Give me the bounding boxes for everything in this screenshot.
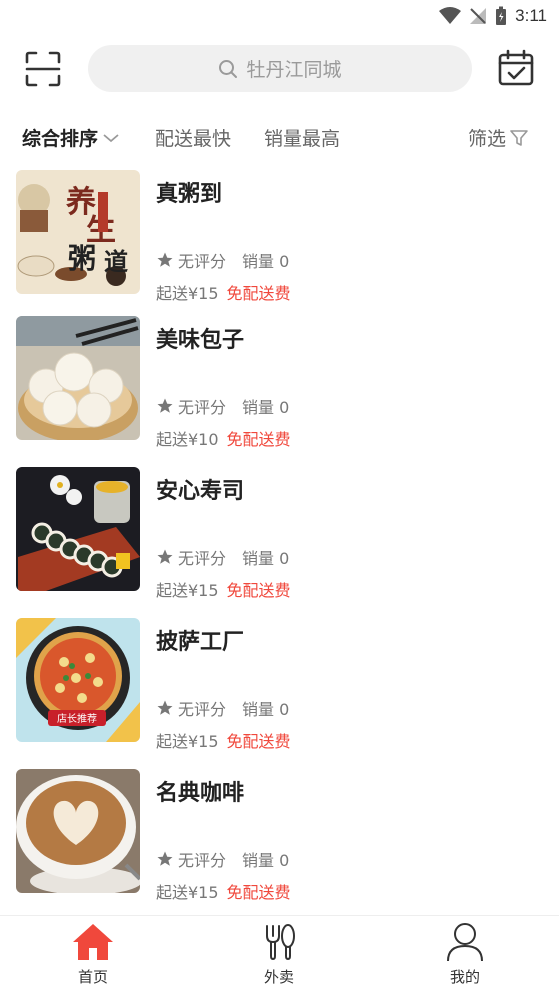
rating-text: 无评分	[178, 252, 227, 271]
sort-top-sales[interactable]: 销量最高	[264, 124, 340, 151]
shop-price: 起送¥10 免配送费	[156, 426, 291, 450]
sort-fastest-label: 配送最快	[155, 128, 232, 150]
sort-comprehensive[interactable]: 综合排序	[22, 124, 120, 151]
filter-label: 筛选	[468, 128, 507, 150]
min-order-text: 起送¥15	[156, 732, 219, 751]
shop-name: 安心寿司	[156, 479, 245, 504]
user-icon	[447, 923, 483, 962]
shop-item-sushi[interactable]: 安心寿司 无评分 销量 0 起送¥15 免配送费	[0, 467, 559, 607]
shop-price: 起送¥15 免配送费	[156, 577, 291, 601]
shop-item-buns[interactable]: 美味包子 无评分 销量 0 起送¥10 免配送费	[0, 316, 559, 456]
bottom-tab-bar: 首页 外卖 我的	[0, 915, 559, 993]
tab-profile-label: 我的	[449, 968, 480, 986]
rating-text: 无评分	[178, 700, 227, 719]
min-order-text: 起送¥15	[156, 581, 219, 600]
sort-comprehensive-label: 综合排序	[22, 128, 99, 150]
sort-bar: 综合排序 配送最快 销量最高 筛选	[0, 118, 559, 158]
svg-text:道: 道	[104, 247, 128, 276]
scan-icon	[25, 51, 61, 87]
wifi-icon	[439, 7, 462, 24]
free-delivery-text: 免配送费	[226, 284, 291, 303]
sort-fastest-delivery[interactable]: 配送最快	[155, 124, 231, 151]
star-icon	[157, 549, 173, 564]
shop-item-congee[interactable]: 养 生 粥 道 真粥到 无评分 销量 0 起送¥15 免配送费	[0, 170, 559, 310]
pizza-badge: 店长推荐	[57, 712, 97, 725]
shop-name: 美味包子	[156, 328, 245, 353]
star-icon	[157, 700, 173, 715]
sales-text: 销量 0	[242, 252, 290, 271]
star-icon	[157, 851, 173, 866]
tab-takeout[interactable]: 外卖	[219, 922, 339, 990]
status-bar: 3:11	[0, 0, 559, 32]
shop-image-coffee	[16, 769, 140, 893]
shop-meta: 无评分 销量 0	[156, 248, 289, 272]
shop-price: 起送¥15 免配送费	[156, 728, 291, 752]
shop-name: 真粥到	[156, 182, 223, 207]
rating-text: 无评分	[178, 549, 227, 568]
search-placeholder: 牡丹江同城	[246, 59, 342, 81]
chevron-down-icon	[103, 133, 119, 142]
battery-icon	[496, 6, 507, 25]
sales-text: 销量 0	[242, 851, 290, 870]
status-time: 3:11	[515, 6, 547, 25]
header: 牡丹江同城	[0, 42, 559, 96]
shop-meta: 无评分 销量 0	[156, 394, 289, 418]
star-icon	[157, 398, 173, 413]
shop-price: 起送¥15 免配送费	[156, 280, 291, 304]
scan-button[interactable]	[24, 50, 62, 88]
shop-image-congee: 养 生 粥 道	[16, 170, 140, 294]
tab-home[interactable]: 首页	[33, 922, 153, 990]
filter-button[interactable]: 筛选	[468, 124, 528, 151]
search-icon	[219, 59, 238, 78]
search-input[interactable]: 牡丹江同城	[88, 45, 472, 92]
tab-home-label: 首页	[77, 968, 108, 986]
rating-text: 无评分	[178, 851, 227, 870]
shop-image-pizza: 店长推荐	[16, 618, 140, 742]
shop-image-buns	[16, 316, 140, 440]
svg-text:粥: 粥	[68, 242, 96, 275]
free-delivery-text: 免配送费	[226, 732, 291, 751]
sales-text: 销量 0	[242, 549, 290, 568]
shop-item-pizza[interactable]: 店长推荐 披萨工厂 无评分 销量 0 起送¥15 免配送费	[0, 618, 559, 758]
shop-meta: 无评分 销量 0	[156, 696, 289, 720]
min-order-text: 起送¥10	[156, 430, 219, 449]
shop-meta: 无评分 销量 0	[156, 847, 289, 871]
fork-spoon-icon	[266, 924, 295, 960]
shop-image-sushi	[16, 467, 140, 591]
free-delivery-text: 免配送费	[226, 430, 291, 449]
min-order-text: 起送¥15	[156, 883, 219, 902]
tab-profile[interactable]: 我的	[405, 922, 525, 990]
calendar-button[interactable]	[497, 49, 535, 87]
signal-icon	[470, 8, 487, 24]
filter-icon	[510, 129, 528, 146]
home-icon	[73, 924, 113, 960]
star-icon	[157, 252, 173, 267]
free-delivery-text: 免配送费	[226, 883, 291, 902]
shop-list: 养 生 粥 道 真粥到 无评分 销量 0 起送¥15 免配送费	[0, 160, 559, 915]
sales-text: 销量 0	[242, 700, 290, 719]
free-delivery-text: 免配送费	[226, 581, 291, 600]
shop-item-coffee[interactable]: 名典咖啡 无评分 销量 0 起送¥15 免配送费	[0, 769, 559, 909]
calendar-check-icon	[498, 49, 534, 86]
tab-takeout-label: 外卖	[263, 968, 294, 986]
shop-name: 名典咖啡	[156, 781, 245, 806]
status-icons: 3:11	[439, 6, 547, 26]
sales-text: 销量 0	[242, 398, 290, 417]
shop-meta: 无评分 销量 0	[156, 545, 289, 569]
shop-price: 起送¥15 免配送费	[156, 879, 291, 903]
min-order-text: 起送¥15	[156, 284, 219, 303]
shop-name: 披萨工厂	[156, 630, 245, 655]
sort-sales-label: 销量最高	[264, 128, 341, 150]
rating-text: 无评分	[178, 398, 227, 417]
